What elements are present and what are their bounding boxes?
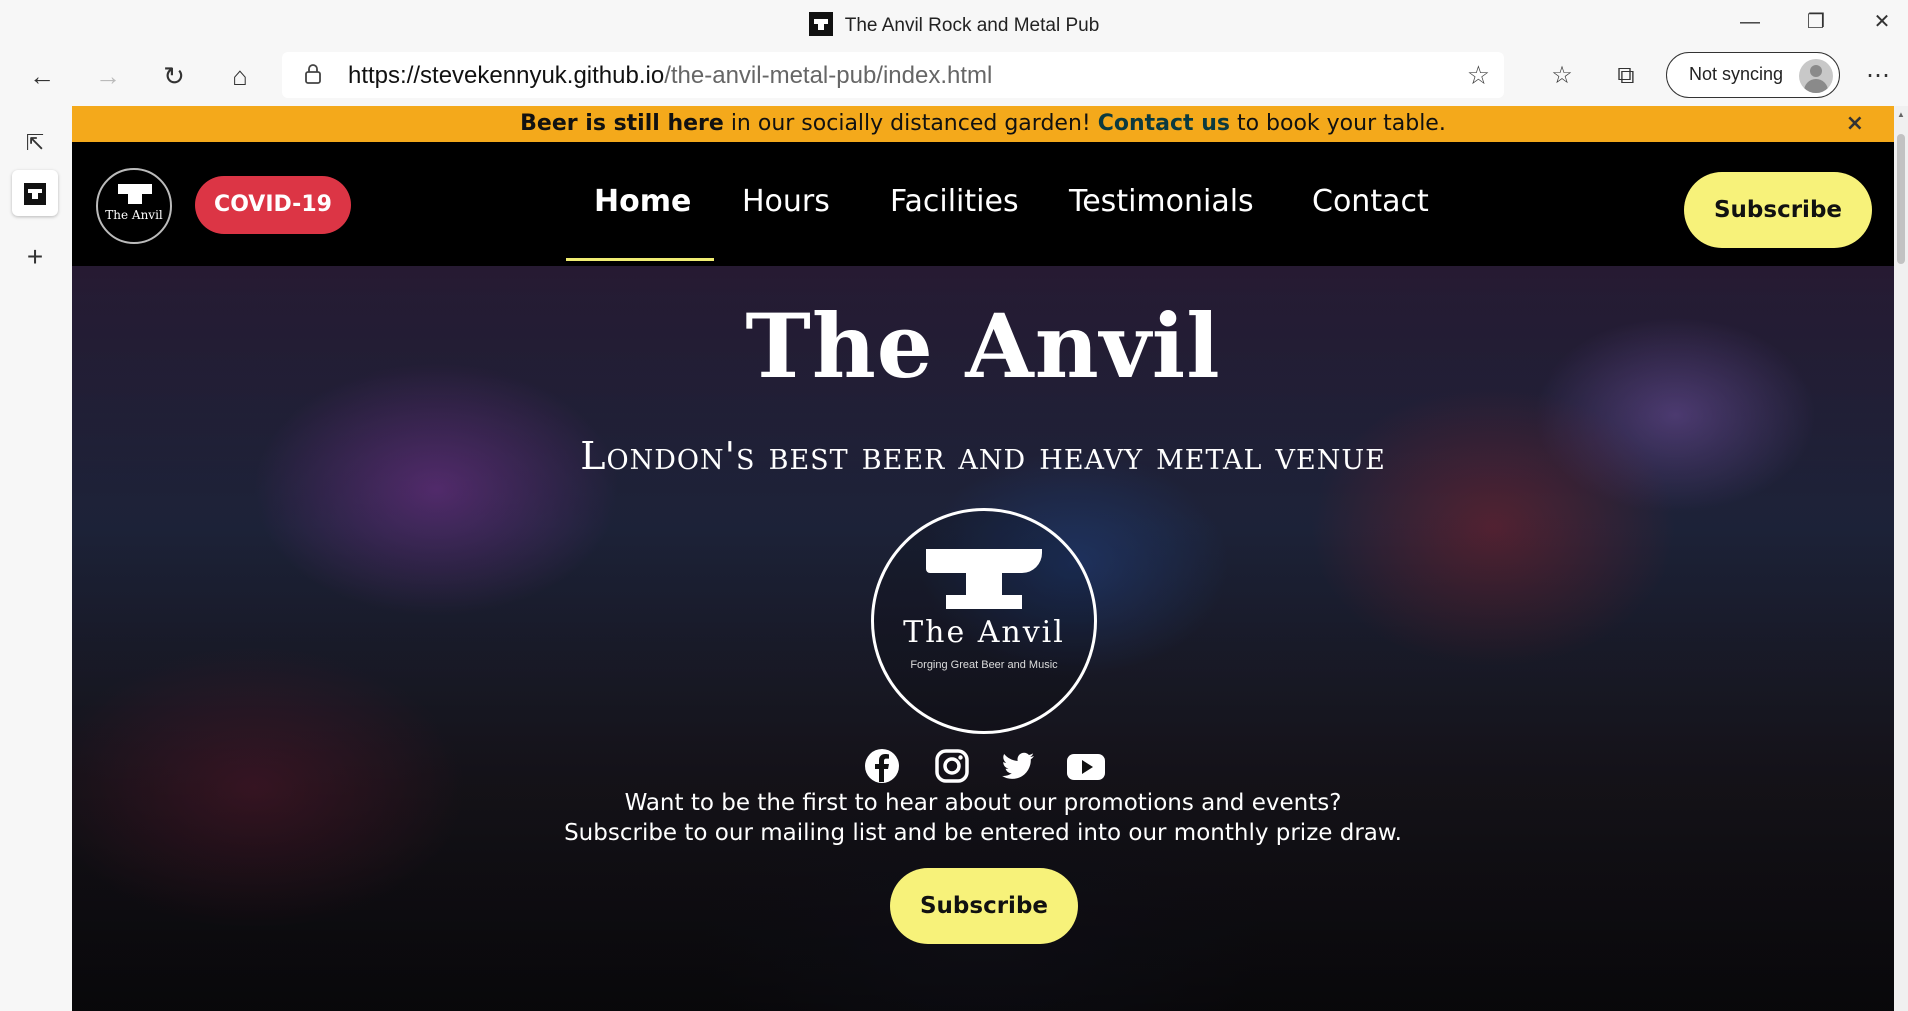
hero-logo-tagline: Forging Great Beer and Music — [910, 659, 1058, 671]
forward-icon[interactable]: → — [86, 54, 130, 98]
youtube-icon[interactable] — [1064, 746, 1108, 786]
tab-the-anvil[interactable] — [12, 170, 58, 216]
url-path: /the-anvil-metal-pub/index.html — [664, 62, 993, 89]
minimize-icon[interactable]: — — [1724, 6, 1776, 38]
anvil-icon-base — [946, 595, 1022, 609]
hero-logo: The Anvil Forging Great Beer and Music — [871, 508, 1097, 734]
anvil-icon — [118, 184, 152, 194]
anvil-icon-waist — [966, 573, 1002, 595]
brand-logo-text: The Anvil — [105, 208, 163, 222]
profile-sync-button[interactable]: Not syncing — [1666, 52, 1840, 98]
facebook-icon[interactable] — [862, 746, 902, 786]
scrollbar-thumb[interactable] — [1897, 134, 1905, 264]
hero-subtitle: London's best beer and heavy metal venue — [580, 434, 1386, 478]
add-favorite-icon[interactable]: ☆ — [1467, 60, 1490, 91]
close-window-icon[interactable]: ✕ — [1856, 6, 1908, 38]
url-text[interactable]: https://stevekennyuk.github.io/the-anvil… — [348, 62, 992, 90]
anvil-icon-base — [128, 194, 142, 204]
scroll-up-icon[interactable]: ▲ — [1897, 110, 1905, 119]
address-bar[interactable]: https://stevekennyuk.github.io/the-anvil… — [282, 52, 1504, 98]
instagram-icon[interactable] — [932, 746, 972, 786]
active-nav-underline — [566, 258, 714, 261]
promo-line-1: Want to be the first to hear about our p… — [624, 790, 1342, 816]
sync-label: Not syncing — [1689, 64, 1784, 84]
anvil-icon — [926, 549, 1042, 573]
browser-title-bar: The Anvil Rock and Metal Pub — ❐ ✕ — [0, 0, 1908, 46]
contact-us-link[interactable]: Contact us — [1098, 111, 1230, 136]
new-tab-icon[interactable]: + — [12, 234, 58, 280]
twitter-icon[interactable] — [998, 746, 1038, 786]
announcement-middle: in our socially distanced garden! — [723, 111, 1098, 136]
announcement-bar: Beer is still here in our socially dista… — [72, 106, 1894, 142]
close-announcement-icon[interactable]: × — [1846, 106, 1864, 142]
subscribe-button-hero[interactable]: Subscribe — [890, 868, 1078, 944]
more-options-icon[interactable]: ⋯ — [1858, 56, 1898, 96]
nav-home[interactable]: Home — [594, 184, 691, 219]
hero-section: The Anvil London's best beer and heavy m… — [72, 266, 1894, 1011]
tab-favicon-icon — [24, 183, 46, 206]
url-host: https://stevekennyuk.github.io — [348, 62, 665, 89]
covid-button[interactable]: COVID-19 — [195, 176, 351, 234]
nav-facilities[interactable]: Facilities — [890, 184, 1019, 219]
hero-title: The Anvil — [745, 294, 1221, 398]
window-title-text: The Anvil Rock and Metal Pub — [844, 15, 1100, 36]
page-viewport: Beer is still here in our socially dista… — [72, 106, 1894, 1011]
restore-icon[interactable]: ❐ — [1790, 6, 1842, 38]
nav-hours[interactable]: Hours — [742, 184, 830, 219]
vertical-tabs-strip: ⇱ + — [0, 106, 72, 1011]
hero-logo-name: The Anvil — [903, 615, 1065, 650]
nav-testimonials[interactable]: Testimonials — [1069, 184, 1254, 219]
announcement-bold: Beer is still here — [520, 111, 724, 136]
favorites-icon[interactable]: ☆ — [1542, 56, 1582, 96]
browser-toolbar: ← → ↻ ⌂ https://stevekennyuk.github.io/t… — [0, 46, 1908, 106]
page-scrollbar[interactable]: ▲ — [1894, 106, 1908, 1011]
announcement-end: to book your table. — [1229, 111, 1446, 136]
avatar — [1799, 59, 1833, 93]
window-title: The Anvil Rock and Metal Pub — [0, 12, 1908, 37]
promo-line-2: Subscribe to our mailing list and be ent… — [564, 820, 1402, 846]
lock-icon[interactable] — [304, 64, 322, 84]
brand-logo[interactable]: The Anvil — [96, 168, 172, 244]
site-navbar: The Anvil COVID-19 Home Hours Facilities… — [72, 142, 1894, 266]
nav-contact[interactable]: Contact — [1312, 184, 1429, 219]
tab-actions-icon[interactable]: ⇱ — [12, 120, 58, 166]
site-favicon-icon — [808, 12, 833, 36]
subscribe-button-nav[interactable]: Subscribe — [1684, 172, 1872, 248]
refresh-icon[interactable]: ↻ — [152, 54, 196, 98]
collections-icon[interactable]: ⧉ — [1606, 56, 1646, 96]
back-icon[interactable]: ← — [20, 54, 64, 98]
home-icon[interactable]: ⌂ — [218, 54, 262, 98]
